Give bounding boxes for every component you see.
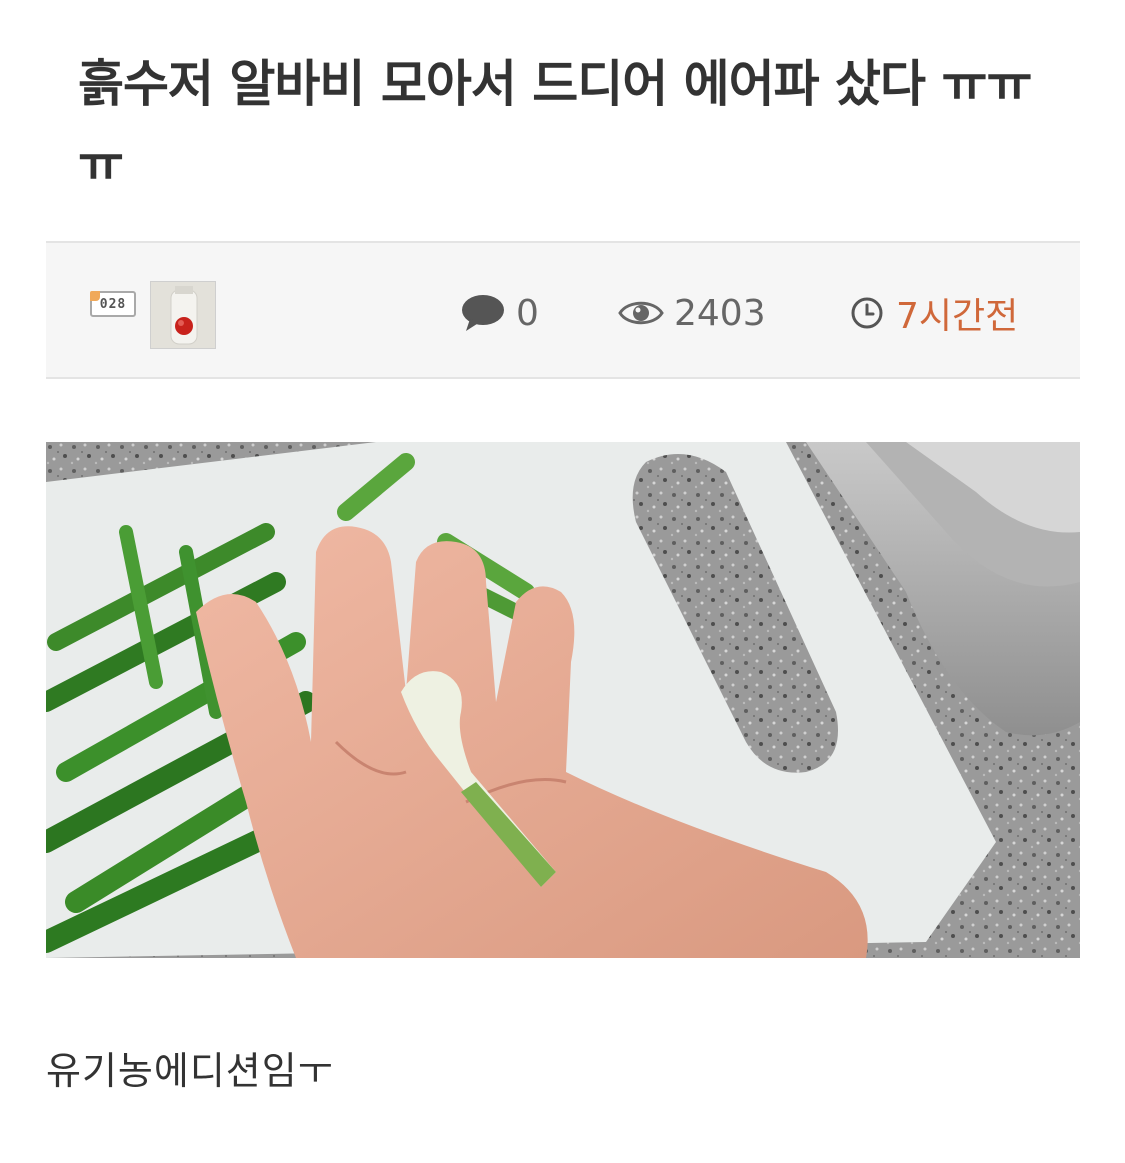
views-stat: 2403 [618,283,766,343]
time-ago: 7시간전 [896,296,1019,337]
eye-icon [618,297,664,329]
avatar-image [151,282,215,348]
post-title: 흙수저 알바비 모아서 드디어 에어파 샀다 ㅠㅠㅠ [78,55,1032,193]
user-level-badge: 028 [90,291,136,317]
post-photo [46,442,1080,958]
clock-icon [850,296,884,330]
time-stat: 7시간전 [850,283,1018,343]
green-onion-hand-photo [46,442,1080,958]
views-count: 2403 [674,292,766,334]
speech-bubble-icon [460,293,506,333]
comments-count: 0 [516,292,539,334]
comments-stat[interactable]: 0 [460,283,539,343]
post-meta-bar: 028 0 2403 7시간전 [46,241,1080,379]
post-body-text: 유기농에디션임ㅜ [46,1049,334,1093]
avatar[interactable] [150,281,216,349]
